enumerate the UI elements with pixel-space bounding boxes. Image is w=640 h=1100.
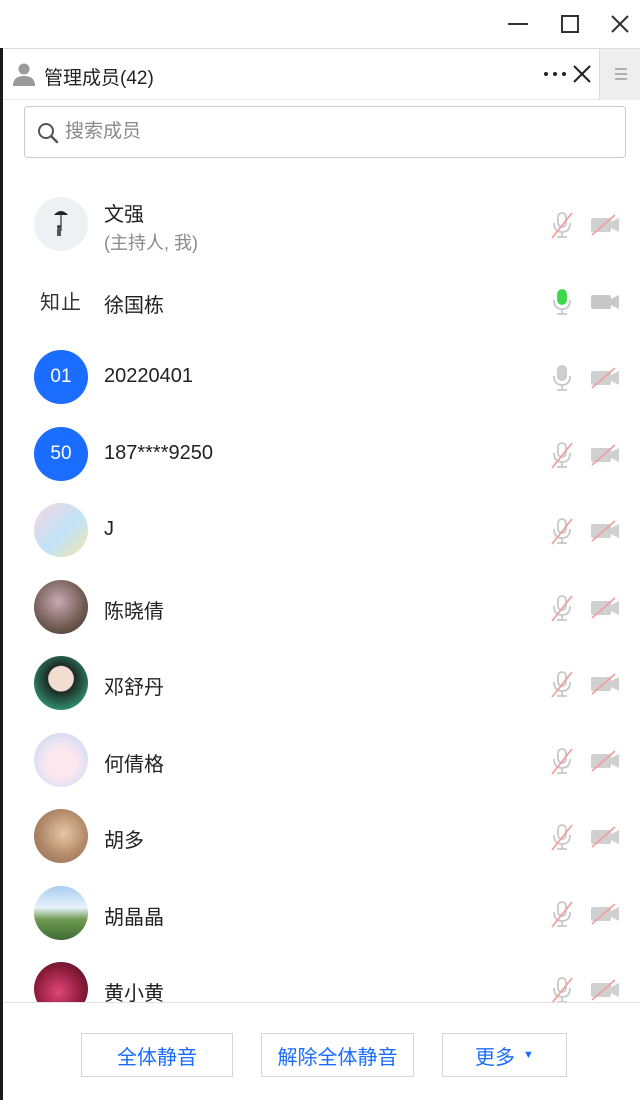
member-name: 徐国栋 (104, 294, 164, 317)
close-icon[interactable] (602, 6, 638, 42)
avatar (34, 197, 88, 251)
camera-off-icon[interactable] (588, 212, 622, 238)
mic-muted-icon[interactable] (549, 822, 575, 852)
avatar (34, 656, 88, 710)
camera-off-icon[interactable] (588, 977, 622, 1002)
mic-active-icon[interactable] (549, 287, 575, 317)
member-name: 陈晓倩 (104, 600, 164, 623)
window-titlebar (0, 0, 640, 48)
more-horizontal-icon[interactable] (541, 59, 569, 89)
avatar (34, 503, 88, 557)
minimize-icon[interactable] (500, 6, 536, 42)
mic-muted-icon[interactable] (549, 516, 575, 546)
camera-off-icon[interactable] (588, 518, 622, 544)
footer-bar: 全体静音 解除全体静音 更多 ▼ (3, 1002, 640, 1100)
member-name: 胡多 (104, 830, 144, 852)
mic-icon[interactable] (549, 363, 575, 393)
mic-muted-icon[interactable] (549, 669, 575, 699)
member-name: 何倩格 (104, 753, 164, 776)
avatar (34, 732, 88, 787)
member-row[interactable]: 胡晶晶 (3, 875, 640, 952)
avatar: 知止 (40, 292, 82, 314)
member-role: (主持人, 我) (104, 233, 198, 253)
panel-header: 管理成员(42) (3, 48, 640, 100)
member-name: 黄小黄 (104, 983, 164, 1002)
camera-off-icon[interactable] (588, 365, 622, 391)
avatar (34, 885, 88, 940)
unmute-all-button[interactable]: 解除全体静音 (261, 1033, 414, 1077)
member-row[interactable]: 何倩格 (3, 722, 640, 799)
camera-off-icon[interactable] (588, 901, 622, 927)
member-list[interactable]: 文强 (主持人, 我) 知止 徐国栋 01 20220401 50 187***… (3, 186, 640, 1002)
member-name: 187****9250 (104, 441, 213, 464)
member-row[interactable]: 01 20220401 (3, 339, 640, 416)
search-input[interactable] (65, 115, 615, 149)
avatar: 01 (34, 350, 88, 404)
avatar (34, 579, 88, 634)
member-name: J (104, 518, 114, 540)
more-button-label: 更多 (475, 1046, 516, 1069)
camera-off-icon[interactable] (588, 671, 622, 697)
member-row[interactable]: 陈晓倩 (3, 569, 640, 646)
avatar (34, 809, 88, 863)
mic-muted-icon[interactable] (549, 210, 575, 240)
member-row[interactable]: 50 187****9250 (3, 416, 640, 493)
mic-muted-icon[interactable] (549, 593, 575, 623)
panel-title: 管理成员(42) (44, 68, 154, 89)
more-button[interactable]: 更多 ▼ (442, 1033, 567, 1077)
camera-off-icon[interactable] (588, 442, 622, 468)
search-icon (38, 123, 59, 144)
mic-muted-icon[interactable] (549, 746, 575, 776)
camera-off-icon[interactable] (588, 748, 622, 774)
camera-off-icon[interactable] (588, 824, 622, 850)
member-row[interactable]: 胡多 (3, 798, 640, 875)
menu-icon (615, 68, 627, 80)
member-row[interactable]: 邓舒丹 (3, 645, 640, 722)
mic-muted-icon[interactable] (549, 899, 575, 929)
member-name: 文强 (104, 204, 144, 226)
user-icon (13, 63, 35, 86)
mute-all-button[interactable]: 全体静音 (81, 1033, 233, 1077)
mic-muted-icon[interactable] (549, 975, 575, 1002)
side-panel-toggle[interactable] (599, 49, 640, 100)
member-row[interactable]: J (3, 492, 640, 569)
search-box[interactable] (24, 106, 626, 158)
member-row[interactable]: 知止 徐国栋 (3, 263, 640, 340)
member-name: 20220401 (104, 365, 193, 387)
camera-off-icon[interactable] (588, 595, 622, 621)
avatar: 50 (34, 426, 88, 481)
camera-on-icon[interactable] (588, 289, 622, 315)
panel-close-icon[interactable] (569, 61, 595, 87)
avatar (34, 962, 88, 1002)
member-name: 胡晶晶 (104, 906, 164, 929)
member-row[interactable]: 黄小黄 (3, 951, 640, 1002)
maximize-icon[interactable] (552, 6, 588, 42)
mic-muted-icon[interactable] (549, 440, 575, 470)
member-row[interactable]: 文强 (主持人, 我) (3, 186, 640, 263)
member-name: 邓舒丹 (104, 677, 164, 699)
caret-down-icon: ▼ (523, 1049, 534, 1061)
